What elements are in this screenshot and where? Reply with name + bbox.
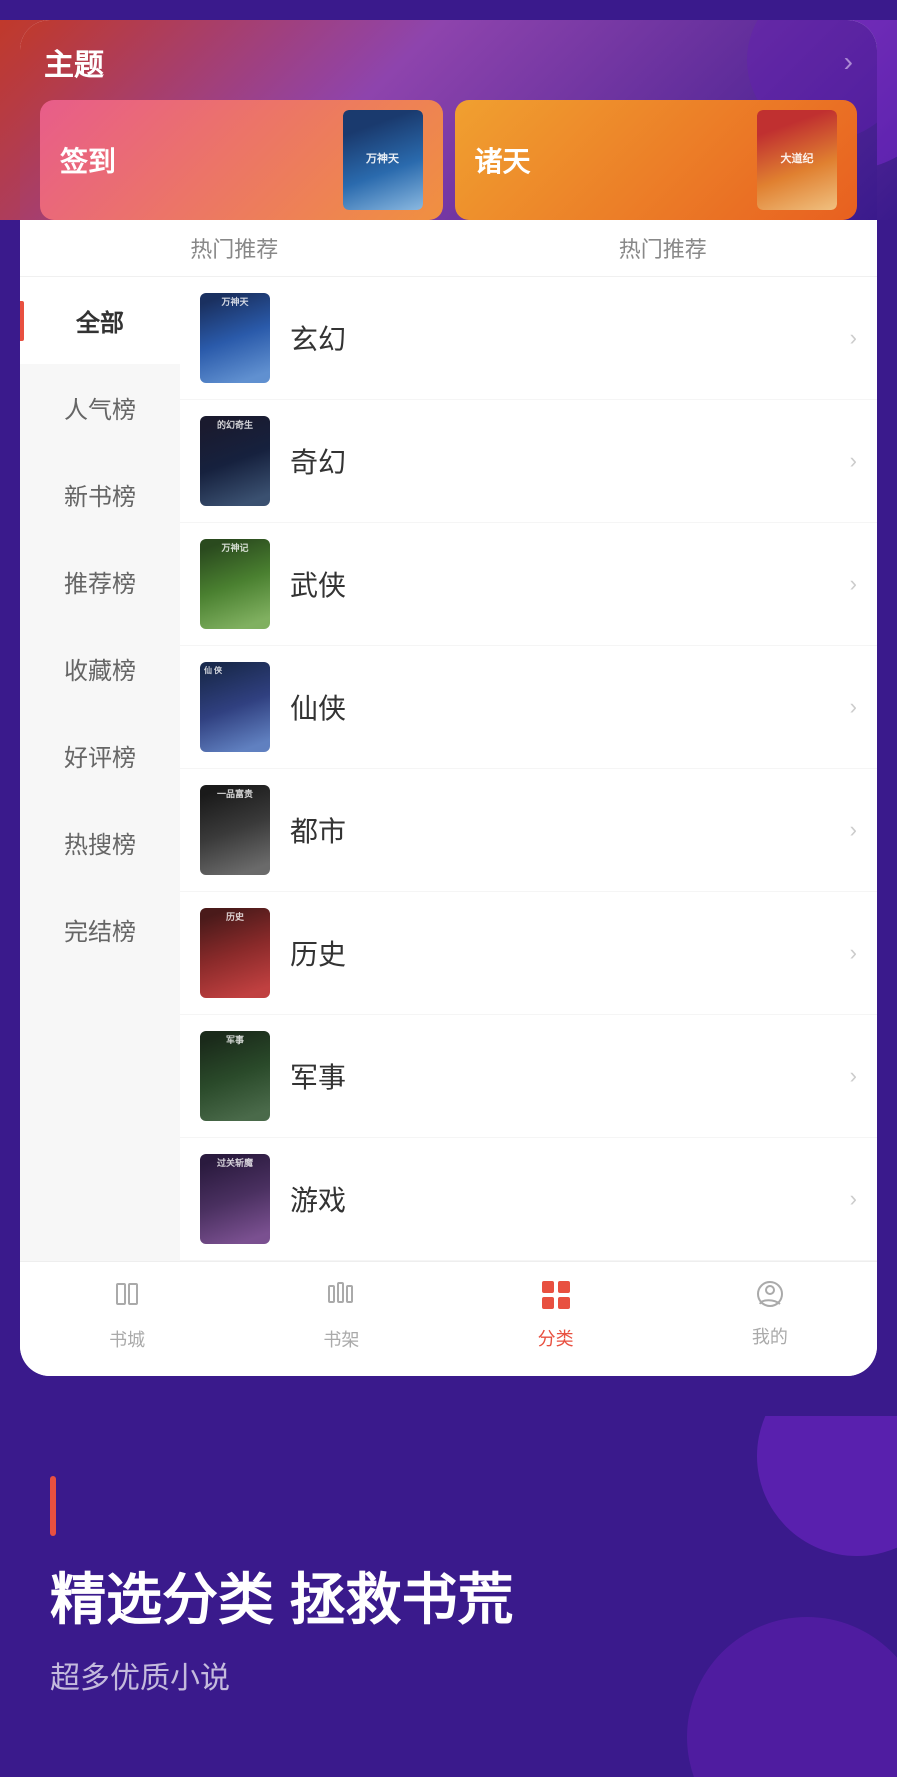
cover-lishi: 历史	[200, 908, 270, 998]
category-row-lishi[interactable]: 历史 历史 ›	[180, 892, 877, 1015]
nav-item-bookstore[interactable]: 书城	[20, 1278, 234, 1352]
sidebar-item-popular[interactable]: 人气榜	[20, 364, 180, 451]
cover-junshi: 军事	[200, 1031, 270, 1121]
sidebar-item-goodreview[interactable]: 好评榜	[20, 712, 180, 799]
sidebar-item-collection[interactable]: 收藏榜	[20, 625, 180, 712]
category-name-xianxia: 仙侠	[290, 687, 850, 727]
chevron-wuxia: ›	[850, 571, 857, 597]
nav-item-category[interactable]: 分类	[449, 1278, 663, 1352]
deco-circle-1	[757, 1416, 897, 1556]
sidebar-item-finished[interactable]: 完结榜	[20, 886, 180, 973]
cover-wuxia: 万神记	[200, 539, 270, 629]
category-name-xuanhuan: 玄幻	[290, 318, 850, 358]
bottom-nav: 书城 书架	[20, 1261, 877, 1376]
category-name-qihuan: 奇幻	[290, 441, 850, 481]
sidebar-item-recommend[interactable]: 推荐榜	[20, 538, 180, 625]
banner-card-zhutian[interactable]: 诸天 大道纪	[455, 100, 858, 220]
hot-rec-row: 热门推荐 热门推荐	[20, 220, 877, 277]
banner-row: 签到 万神天 诸天 大道纪	[40, 100, 857, 220]
banner-book-signin: 万神天	[343, 110, 423, 210]
chevron-qihuan: ›	[850, 448, 857, 474]
nav-label-bookstore: 书城	[109, 1326, 145, 1352]
banner-label-signin: 签到	[60, 140, 116, 180]
chevron-junshi: ›	[850, 1063, 857, 1089]
category-row-xuanhuan[interactable]: 万神天 玄幻 ›	[180, 277, 877, 400]
category-name-junshi: 军事	[290, 1056, 850, 1096]
promo-accent-bar	[50, 1476, 56, 1536]
category-name-wuxia: 武侠	[290, 564, 850, 604]
hot-rec-signin: 热门推荐	[20, 220, 449, 276]
deco-circle-2	[687, 1617, 897, 1777]
nav-label-mine: 我的	[752, 1323, 788, 1349]
left-sidebar: 全部 人气榜 新书榜 推荐榜 收藏榜 好评榜 热搜榜	[20, 277, 180, 1261]
nav-item-bookshelf[interactable]: 书架	[234, 1278, 448, 1352]
cover-xuanhuan: 万神天	[200, 293, 270, 383]
cover-qihuan: 的幻奇生	[200, 416, 270, 506]
right-content: 万神天 玄幻 › 的幻奇生 奇幻 › 万神记	[180, 277, 877, 1261]
category-row-xianxia[interactable]: 仙 侠 仙侠 ›	[180, 646, 877, 769]
chevron-lishi: ›	[850, 940, 857, 966]
category-row-dushi[interactable]: 一品富贵 都市 ›	[180, 769, 877, 892]
banner-card-signin[interactable]: 签到 万神天	[40, 100, 443, 220]
cover-youxi: 过关斩魔	[200, 1154, 270, 1244]
category-row-junshi[interactable]: 军事 军事 ›	[180, 1015, 877, 1138]
category-container: 全部 人气榜 新书榜 推荐榜 收藏榜 好评榜 热搜榜	[20, 277, 877, 1261]
bookshelf-icon	[325, 1278, 357, 1318]
hot-rec-zhutian: 热门推荐	[449, 220, 878, 276]
category-name-youxi: 游戏	[290, 1179, 850, 1219]
section-title: 主题	[44, 40, 104, 84]
section-header: 主题 ›	[40, 40, 857, 100]
category-name-lishi: 历史	[290, 933, 850, 973]
sidebar-item-hotsearch[interactable]: 热搜榜	[20, 799, 180, 886]
sidebar-item-all[interactable]: 全部	[20, 277, 180, 364]
chevron-xianxia: ›	[850, 694, 857, 720]
cover-xianxia: 仙 侠	[200, 662, 270, 752]
chevron-youxi: ›	[850, 1186, 857, 1212]
sidebar-item-newbook[interactable]: 新书榜	[20, 451, 180, 538]
category-icon	[539, 1278, 573, 1317]
chevron-xuanhuan: ›	[850, 325, 857, 351]
bookstore-icon	[111, 1278, 143, 1318]
cover-dushi: 一品富贵	[200, 785, 270, 875]
category-name-dushi: 都市	[290, 810, 850, 850]
banner-label-zhutian: 诸天	[475, 140, 531, 180]
nav-label-bookshelf: 书架	[323, 1326, 359, 1352]
category-row-qihuan[interactable]: 的幻奇生 奇幻 ›	[180, 400, 877, 523]
category-row-youxi[interactable]: 过关斩魔 游戏 ›	[180, 1138, 877, 1261]
banner-book-zhutian: 大道纪	[757, 110, 837, 210]
promo-section: 精选分类 拯救书荒 超多优质小说	[0, 1416, 897, 1777]
nav-item-mine[interactable]: 我的	[663, 1278, 877, 1352]
chevron-dushi: ›	[850, 817, 857, 843]
category-row-wuxia[interactable]: 万神记 武侠 ›	[180, 523, 877, 646]
mine-icon	[754, 1278, 786, 1315]
nav-label-category: 分类	[538, 1325, 574, 1351]
